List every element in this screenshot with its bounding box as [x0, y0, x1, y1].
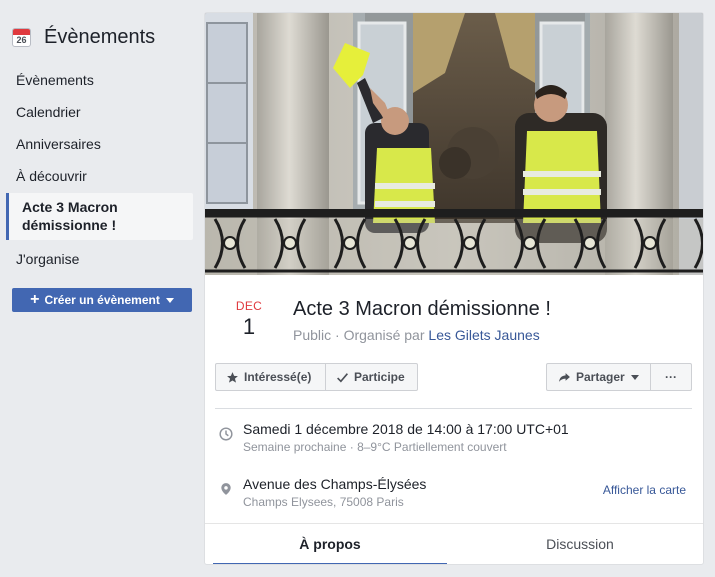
event-date-block: DEC 1 — [219, 299, 279, 340]
sidebar-item-events[interactable]: Évènements — [6, 64, 193, 96]
sidebar-item-hosting[interactable]: J'organise — [6, 243, 193, 275]
share-label: Partager — [576, 370, 625, 384]
more-options-button[interactable]: ··· — [650, 363, 692, 391]
event-time-row: Samedi 1 décembre 2018 de 14:00 à 17:00 … — [215, 421, 692, 461]
cover-photo-image — [205, 13, 703, 275]
sidebar-item-discover[interactable]: À découvrir — [6, 160, 193, 192]
star-icon — [226, 371, 239, 384]
sidebar-header: 26 Évènements — [12, 26, 155, 49]
tab-about[interactable]: À propos — [205, 524, 455, 564]
interested-button[interactable]: Intéressé(e) — [215, 363, 326, 391]
location-pin-icon — [219, 482, 233, 501]
event-time-detail: Semaine prochaine · 8–9°C Partiellement … — [243, 440, 507, 454]
sidebar-title: Évènements — [44, 26, 156, 48]
organizer-link[interactable]: Les Gilets Jaunes — [428, 327, 539, 343]
more-options-label: ··· — [665, 370, 677, 384]
calendar-icon-day: 26 — [16, 35, 27, 45]
event-subtitle: Public · Organisé par Les Gilets Jaunes — [293, 327, 540, 343]
divider — [215, 408, 692, 409]
chevron-down-icon — [630, 374, 639, 380]
sidebar-nav: Évènements Calendrier Anniversaires À dé… — [6, 64, 193, 275]
sidebar: 26 Évènements Évènements Calendrier Anni… — [0, 0, 200, 577]
participate-label: Participe — [354, 370, 405, 384]
event-location-row: Avenue des Champs-Élysées Champs Elysees… — [215, 476, 692, 516]
event-day: 1 — [242, 314, 256, 339]
event-month: DEC — [235, 299, 263, 313]
event-location[interactable]: Avenue des Champs-Élysées — [243, 476, 426, 492]
event-time: Samedi 1 décembre 2018 de 14:00 à 17:00 … — [243, 421, 569, 437]
create-event-button[interactable]: + Créer un évènement — [12, 288, 192, 312]
participate-button[interactable]: Participe — [325, 363, 418, 391]
event-address: Champs Elysees, 75008 Paris — [243, 495, 404, 509]
chevron-down-icon — [165, 297, 174, 303]
share-button[interactable]: Partager — [546, 363, 651, 391]
tab-discussion[interactable]: Discussion — [455, 524, 703, 564]
event-title: Acte 3 Macron démissionne ! — [293, 298, 551, 320]
cover-photo[interactable] — [205, 13, 703, 275]
clock-icon — [219, 427, 233, 446]
checkmark-icon — [336, 371, 349, 384]
sidebar-item-birthdays[interactable]: Anniversaires — [6, 128, 193, 160]
share-arrow-icon — [558, 371, 571, 384]
create-event-label: Créer un évènement — [44, 293, 160, 307]
event-privacy: Public · Organisé par — [293, 327, 425, 343]
event-card: DEC 1 Acte 3 Macron démissionne ! Public… — [204, 12, 704, 565]
sidebar-item-current-event[interactable]: Acte 3 Macron démissionne ! — [6, 193, 193, 240]
show-map-link[interactable]: Afficher la carte — [603, 483, 686, 497]
interested-label: Intéressé(e) — [244, 370, 312, 384]
plus-icon: + — [30, 291, 40, 308]
calendar-icon: 26 — [12, 28, 31, 47]
sidebar-item-calendar[interactable]: Calendrier — [6, 96, 193, 128]
event-tabs: À propos Discussion — [205, 523, 703, 564]
